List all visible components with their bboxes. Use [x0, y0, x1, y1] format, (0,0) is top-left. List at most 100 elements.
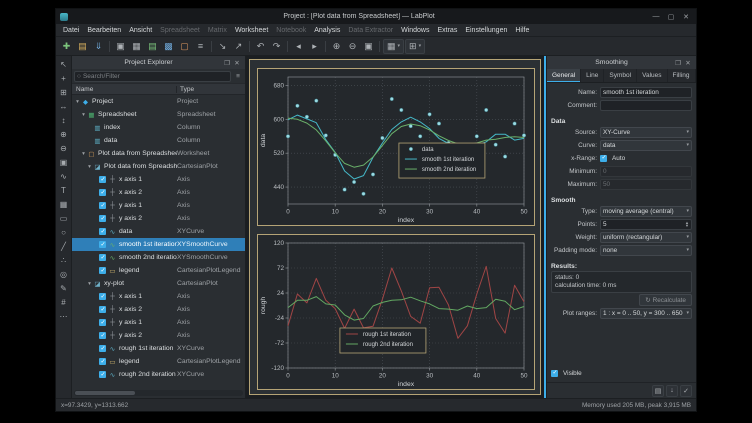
plot-legend[interactable]: datasmooth 1st iterationsmooth 2nd itera… [399, 143, 485, 178]
pan-tool-button[interactable]: ◎ [57, 268, 70, 281]
view-mode-button[interactable]: ▦▾ [383, 39, 404, 54]
add-text-tool-button[interactable]: T [57, 184, 70, 197]
add-plot-tool-button[interactable]: ∿ [57, 170, 70, 183]
add-ellipse-tool-button[interactable]: ○ [57, 226, 70, 239]
menu-einstellungen[interactable]: Einstellungen [461, 27, 511, 34]
scrollbar-thumb[interactable] [75, 391, 135, 395]
tree-item-index[interactable]: ▥indexColumn [72, 121, 245, 134]
tree-column-headers[interactable]: Name Type [72, 83, 245, 95]
menu-ansicht[interactable]: Ansicht [125, 27, 156, 34]
visibility-checkbox[interactable] [99, 358, 106, 365]
expander-icon[interactable]: ▾ [80, 151, 87, 157]
zoom-out-tool-button[interactable]: ⊖ [57, 142, 70, 155]
visible-checkbox[interactable] [551, 370, 558, 377]
visibility-checkbox[interactable] [99, 241, 106, 248]
save-template-button[interactable]: ↓ [666, 385, 678, 397]
visibility-checkbox[interactable] [99, 228, 106, 235]
visibility-checkbox[interactable] [99, 345, 106, 352]
curve-combo[interactable]: data▾ [600, 140, 692, 151]
new-notebook-button[interactable]: ≡ [193, 39, 208, 54]
column-header-type[interactable]: Type [177, 86, 245, 93]
zoom-x-tool-button[interactable]: ↔ [57, 100, 70, 113]
load-template-button[interactable]: ▤ [652, 385, 664, 397]
more-tools-button[interactable]: ⋯ [57, 310, 70, 323]
tree-item-y-axis-2[interactable]: ┼y axis 2Axis [72, 212, 245, 225]
tree-item-y-axis-1[interactable]: ┼y axis 1Axis [72, 199, 245, 212]
column-header-name[interactable]: Name [72, 86, 177, 93]
minimize-icon[interactable]: — [650, 13, 662, 20]
zoom-fit-button[interactable]: ▣ [361, 39, 376, 54]
titlebar[interactable]: Project : [Plot data from Spreadsheet] —… [56, 9, 696, 24]
visibility-checkbox[interactable] [99, 215, 106, 222]
menu-worksheet[interactable]: Worksheet [231, 27, 272, 34]
weight-combo[interactable]: uniform (rectangular)▾ [600, 232, 692, 243]
menu-matrix[interactable]: Matrix [204, 27, 231, 34]
plot-bottom[interactable]: 010203040501207224-24-72-120indexroughro… [257, 234, 535, 390]
add-points-tool-button[interactable]: ∴ [57, 254, 70, 267]
save-project-button[interactable]: ⇓ [91, 39, 106, 54]
zoom-in-tool-button[interactable]: ⊕ [57, 128, 70, 141]
tree-item-data[interactable]: ▥dataColumn [72, 134, 245, 147]
plot-legend[interactable]: rough 1st iterationrough 2nd iteration [340, 328, 426, 353]
tree-item-rough-2nd-iteration[interactable]: ∿rough 2nd iterationXYCurve [72, 368, 245, 381]
navigate-next-button[interactable]: ▸ [307, 39, 322, 54]
apply-template-button[interactable]: ✓ [680, 385, 692, 397]
tree-item-data[interactable]: ∿dataXYCurve [72, 225, 245, 238]
close-icon[interactable]: ✕ [680, 13, 692, 21]
visibility-checkbox[interactable] [99, 293, 106, 300]
tree-item-x-axis-1[interactable]: ┼x axis 1Axis [72, 173, 245, 186]
add-image-tool-button[interactable]: ▦ [57, 198, 70, 211]
menu-data-extractor[interactable]: Data Extractor [344, 27, 397, 34]
redo-button[interactable]: ↷ [269, 39, 284, 54]
padding-mode-combo[interactable]: none▾ [600, 245, 692, 256]
zoom-in-button[interactable]: ⊕ [329, 39, 344, 54]
new-workbook-button[interactable]: ▦ [129, 39, 144, 54]
new-spreadsheet-button[interactable]: ▤ [145, 39, 160, 54]
properties-header[interactable]: Smoothing ❐ ✕ [547, 56, 696, 69]
menu-analysis[interactable]: Analysis [310, 27, 344, 34]
crosshair-tool-button[interactable]: + [57, 72, 70, 85]
menu-windows[interactable]: Windows [397, 27, 433, 34]
zoom-out-button[interactable]: ⊖ [345, 39, 360, 54]
new-matrix-button[interactable]: ▩ [161, 39, 176, 54]
tree-item-project[interactable]: ▾◆ProjectProject [72, 95, 245, 108]
project-explorer-header[interactable]: Project Explorer ❐ ✕ [72, 56, 245, 69]
visibility-checkbox[interactable] [99, 254, 106, 261]
tree-item-plot-data-from-spreadsheet[interactable]: ▾▢Plot data from SpreadsheetWorksheet [72, 147, 245, 160]
tree-item-xy-plot[interactable]: ▾◪xy-plotCartesianPlot [72, 277, 245, 290]
select-tool-button[interactable]: ↖ [57, 58, 70, 71]
xrange-auto-checkbox[interactable] [600, 155, 607, 162]
spin-arrows-icon[interactable]: ▲▼ [685, 221, 689, 228]
close-dock-icon[interactable]: ✕ [683, 59, 693, 67]
menu-hilfe[interactable]: Hilfe [511, 27, 533, 34]
expander-icon[interactable]: ▾ [74, 99, 81, 105]
tree-item-legend[interactable]: ▭legendCartesianPlotLegend [72, 355, 245, 368]
tree-item-smooth-1st-iteration[interactable]: ∿smooth 1st iterationXYSmoothCurve [72, 238, 245, 251]
plot-ranges-combo[interactable]: 1 : x = 0 .. 50, y = 300 .. 650▾ [600, 308, 692, 319]
name-field[interactable]: smooth 1st iteration [600, 87, 692, 98]
float-dock-icon[interactable]: ❐ [673, 59, 683, 67]
tree-item-x-axis-1[interactable]: ┼x axis 1Axis [72, 290, 245, 303]
tree-item-spreadsheet[interactable]: ▾▦SpreadsheetSpreadsheet [72, 108, 245, 121]
filter-options-icon[interactable]: ≡ [233, 73, 243, 80]
visibility-checkbox[interactable] [99, 189, 106, 196]
menu-extras[interactable]: Extras [433, 27, 461, 34]
tree-item-smooth-2nd-iteration[interactable]: ∿smooth 2nd iterationXYSmoothCurve [72, 251, 245, 264]
menu-notebook[interactable]: Notebook [272, 27, 310, 34]
plot-top[interactable]: 01020304050680600520440indexdatadatasmoo… [257, 68, 535, 226]
expander-icon[interactable]: ▾ [80, 112, 87, 118]
tab-filling[interactable]: Filling [668, 69, 696, 82]
add-rect-tool-button[interactable]: ▭ [57, 212, 70, 225]
new-project-button[interactable]: ✚ [59, 39, 74, 54]
tree-item-legend[interactable]: ▭legendCartesianPlotLegend [72, 264, 245, 277]
zoom-y-tool-button[interactable]: ↕ [57, 114, 70, 127]
menu-bearbeiten[interactable]: Bearbeiten [83, 27, 125, 34]
tab-values[interactable]: Values [637, 69, 667, 82]
zoom-select-tool-button[interactable]: ⊞ [57, 86, 70, 99]
visibility-checkbox[interactable] [99, 306, 106, 313]
tree-item-y-axis-2[interactable]: ┼y axis 2Axis [72, 329, 245, 342]
import-data-button[interactable]: ↘ [215, 39, 230, 54]
edit-tool-button[interactable]: ✎ [57, 282, 70, 295]
grid-tool-button[interactable]: # [57, 296, 70, 309]
tree-item-x-axis-2[interactable]: ┼x axis 2Axis [72, 186, 245, 199]
